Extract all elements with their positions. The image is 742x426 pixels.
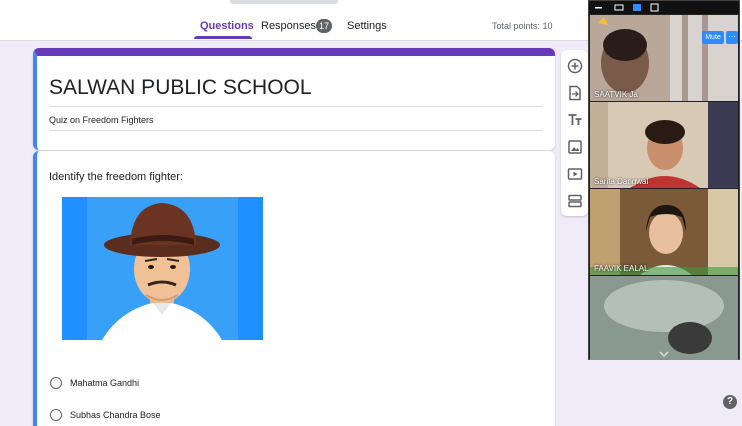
video-call-panel: Mute ··· SAATVIK Ja Sarita Dangwal FAAVI… xyxy=(588,0,740,360)
question-card[interactable]: Identify the freedom fighter: Mahatma Ga… xyxy=(33,151,555,426)
video-panel-topbar xyxy=(589,1,739,14)
form-description[interactable]: Quiz on Freedom Fighters xyxy=(49,115,154,125)
more-options-button[interactable]: ··· xyxy=(726,31,738,44)
question-text[interactable]: Identify the freedom fighter: xyxy=(49,171,183,183)
participant-name: Sarita Dangwal xyxy=(594,177,649,186)
participant-tile[interactable]: FAAVIK EALAL xyxy=(590,189,738,275)
add-video-icon[interactable] xyxy=(567,166,583,182)
participant-name: FAAVIK EALAL xyxy=(594,264,649,273)
title-divider xyxy=(49,106,543,107)
option-mahatma-gandhi[interactable]: Mahatma Gandhi xyxy=(50,376,139,390)
radio-button[interactable] xyxy=(50,377,62,389)
participant-tile[interactable]: Mute ··· SAATVIK Ja xyxy=(590,15,738,101)
total-points: Total points: 10 xyxy=(492,21,553,31)
add-title-icon[interactable] xyxy=(567,112,583,128)
add-section-icon[interactable] xyxy=(567,193,583,209)
participant-name: SAATVIK Ja xyxy=(594,90,638,99)
option-label: Mahatma Gandhi xyxy=(70,378,140,388)
option-subhas-chandra-bose[interactable]: Subhas Chandra Bose xyxy=(50,408,161,422)
active-tab-indicator xyxy=(194,36,252,39)
tab-settings[interactable]: Settings xyxy=(347,20,387,32)
form-side-toolbar xyxy=(561,50,588,216)
add-image-icon[interactable] xyxy=(567,139,583,155)
description-divider xyxy=(49,130,543,131)
form-title-card[interactable]: SALWAN PUBLIC SCHOOL Quiz on Freedom Fig… xyxy=(33,48,555,150)
participant-tile[interactable]: Sarita Dangwal xyxy=(590,102,738,188)
tab-responses[interactable]: Responses xyxy=(261,20,316,32)
option-label: Subhas Chandra Bose xyxy=(70,410,161,420)
question-image xyxy=(62,197,263,340)
header-ghost-bar xyxy=(230,0,338,4)
import-questions-icon[interactable] xyxy=(567,85,583,101)
help-icon[interactable]: ? xyxy=(723,395,737,409)
add-question-icon[interactable] xyxy=(567,58,583,74)
responses-count-badge: 17 xyxy=(316,19,332,33)
participant-tile[interactable] xyxy=(590,276,738,360)
form-title[interactable]: SALWAN PUBLIC SCHOOL xyxy=(49,76,312,100)
mute-button[interactable]: Mute xyxy=(702,31,724,44)
tab-questions[interactable]: Questions xyxy=(200,20,254,32)
radio-button[interactable] xyxy=(50,409,62,421)
